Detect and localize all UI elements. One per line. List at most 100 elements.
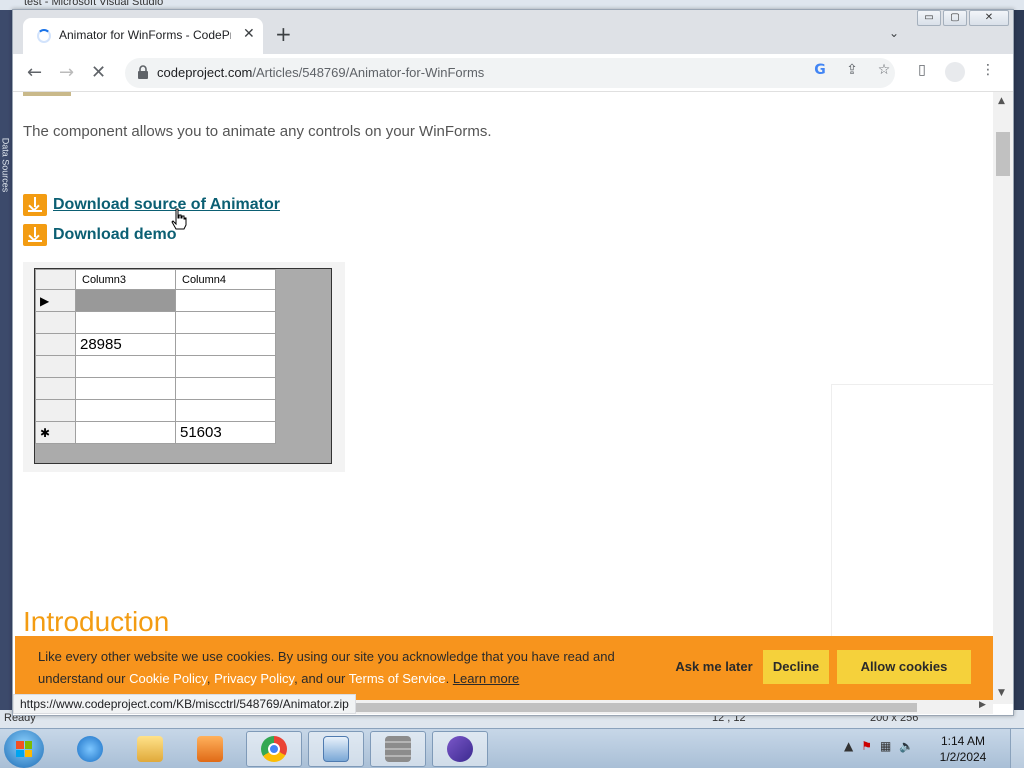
- taskbar-file-explorer[interactable]: [122, 731, 178, 767]
- table-row: [35, 399, 276, 422]
- internet-explorer-icon: [77, 736, 103, 762]
- table-row: [35, 377, 276, 400]
- tab-active[interactable]: Animator for WinForms - CodeProject ✕: [23, 18, 263, 54]
- brick-wall-icon: [385, 736, 411, 762]
- forward-arrow-icon[interactable]: →: [59, 62, 74, 83]
- table-cell: [175, 311, 276, 334]
- scroll-up-arrow-icon[interactable]: ▲: [998, 96, 1005, 106]
- address-bar[interactable]: codeproject.com/Articles/548769/Animator…: [125, 58, 895, 88]
- browser-window: Animator for WinForms - CodeProject ✕ + …: [12, 9, 1014, 716]
- start-button[interactable]: [4, 730, 44, 768]
- row-marker: ✱: [35, 421, 76, 444]
- row-marker: [35, 377, 76, 400]
- media-player-icon: [197, 736, 223, 762]
- clock-time: 1:14 AM: [940, 734, 986, 748]
- side-panel-icon[interactable]: ▯: [913, 62, 931, 82]
- column-header: Column4: [175, 269, 276, 290]
- link-status-bubble: https://www.codeproject.com/KB/miscctrl/…: [13, 694, 356, 714]
- menu-kebab-icon[interactable]: ⋮: [979, 62, 997, 82]
- scroll-down-arrow-icon[interactable]: ▼: [998, 688, 1005, 698]
- download-demo-link[interactable]: Download demo: [53, 226, 177, 244]
- chrome-icon: [261, 736, 287, 762]
- share-icon[interactable]: ⇪: [843, 62, 861, 78]
- bookmark-star-icon[interactable]: ☆: [875, 62, 893, 78]
- row-marker: [35, 311, 76, 334]
- table-row: 28985: [35, 333, 276, 356]
- corner-header: [35, 269, 76, 290]
- row-marker: [35, 333, 76, 356]
- tab-close-icon[interactable]: ✕: [243, 26, 255, 42]
- tab-title: Animator for WinForms - CodeProject: [59, 28, 231, 42]
- system-clock[interactable]: 1:14 AM 1/2/2024: [928, 733, 998, 765]
- cookie-text-sep: .: [445, 671, 453, 686]
- url-text[interactable]: codeproject.com/Articles/548769/Animator…: [157, 65, 484, 80]
- table-row: [35, 311, 276, 334]
- taskbar-internet-explorer[interactable]: [62, 731, 118, 767]
- download-source-row: Download source of Animator: [23, 194, 280, 216]
- show-hidden-icons-icon[interactable]: ▲: [844, 739, 853, 753]
- system-tray: ▲ ⚑ ▦ 🔈: [844, 739, 914, 753]
- privacy-policy-link[interactable]: Privacy Policy: [214, 671, 294, 686]
- table-cell: 51603: [175, 421, 276, 444]
- datagrid-header-row: Column3 Column4: [35, 269, 276, 290]
- vertical-scroll-thumb[interactable]: [996, 132, 1010, 176]
- table-cell: [175, 399, 276, 422]
- tab-search-chevron-icon[interactable]: ⌄: [889, 26, 899, 40]
- taskbar-app-window[interactable]: [308, 731, 364, 767]
- cookie-message: Like every other website we use cookies.…: [38, 646, 628, 690]
- taskbar-firewall[interactable]: [370, 731, 426, 767]
- action-center-flag-icon[interactable]: ⚑: [861, 739, 872, 753]
- article-lead: The component allows you to animate any …: [23, 123, 492, 140]
- windows-taskbar: ▲ ⚑ ▦ 🔈 1:14 AM 1/2/2024: [0, 728, 1024, 768]
- windows-logo-icon: [16, 741, 32, 757]
- volume-muted-icon[interactable]: 🔈: [899, 739, 914, 753]
- article-image-fragment: [23, 92, 71, 96]
- table-cell: [75, 311, 176, 334]
- profile-avatar-icon[interactable]: [945, 62, 965, 82]
- cookie-policy-link[interactable]: Cookie Policy: [129, 671, 207, 686]
- table-row: ▶: [35, 289, 276, 312]
- allow-cookies-button[interactable]: Allow cookies: [837, 650, 971, 684]
- stop-loading-icon[interactable]: ✕: [91, 62, 106, 83]
- minimize-button[interactable]: ▭: [917, 10, 941, 26]
- new-tab-icon[interactable]: +: [275, 22, 292, 46]
- taskbar-media-player[interactable]: [182, 731, 238, 767]
- data-sources-label: Data Sources: [0, 137, 11, 193]
- google-lens-icon[interactable]: G: [811, 62, 829, 78]
- table-row: [35, 355, 276, 378]
- download-demo-row: Download demo: [23, 224, 177, 246]
- cookie-text-sep: , and our: [294, 671, 349, 686]
- ask-me-later-button[interactable]: Ask me later: [671, 650, 757, 684]
- vertical-scrollbar[interactable]: ▲ ▼: [993, 92, 1013, 704]
- decline-button[interactable]: Decline: [763, 650, 829, 684]
- clock-date: 1/2/2024: [939, 750, 987, 764]
- network-icon[interactable]: ▦: [880, 739, 891, 753]
- maximize-button[interactable]: ▢: [943, 10, 967, 26]
- table-cell: [75, 421, 176, 444]
- close-window-button[interactable]: ✕: [969, 10, 1009, 26]
- datagrid-screenshot-frame: Column3 Column4 ▶ 28985 ✱ 51603: [23, 262, 345, 472]
- table-cell: [75, 399, 176, 422]
- row-marker: ▶: [35, 289, 76, 312]
- application-window-icon: [323, 736, 349, 762]
- learn-more-link[interactable]: Learn more: [453, 671, 519, 686]
- back-arrow-icon[interactable]: ←: [27, 62, 42, 83]
- url-path: /Articles/548769/Animator-for-WinForms: [252, 65, 485, 80]
- download-source-link[interactable]: Download source of Animator: [53, 196, 280, 214]
- table-cell: [175, 333, 276, 356]
- table-cell: [75, 377, 176, 400]
- taskbar-chrome[interactable]: [246, 731, 302, 767]
- show-desktop-button[interactable]: [1010, 729, 1024, 768]
- lock-icon[interactable]: [137, 65, 149, 79]
- terms-of-service-link[interactable]: Terms of Service: [349, 671, 446, 686]
- data-sources-panel-tab[interactable]: Data Sources: [0, 10, 12, 710]
- visual-studio-title: test - Microsoft Visual Studio: [24, 0, 164, 8]
- tab-strip: Animator for WinForms - CodeProject ✕ + …: [13, 10, 1013, 54]
- table-cell: [75, 289, 176, 312]
- window-controls: ▭ ▢ ✕: [917, 10, 1009, 28]
- scroll-right-arrow-icon[interactable]: ▶: [979, 700, 986, 710]
- taskbar-visual-studio[interactable]: [432, 731, 488, 767]
- page-viewport: The component allows you to animate any …: [13, 92, 993, 704]
- datagrid: Column3 Column4 ▶ 28985 ✱ 51603: [34, 268, 332, 464]
- url-host: codeproject.com: [157, 65, 253, 80]
